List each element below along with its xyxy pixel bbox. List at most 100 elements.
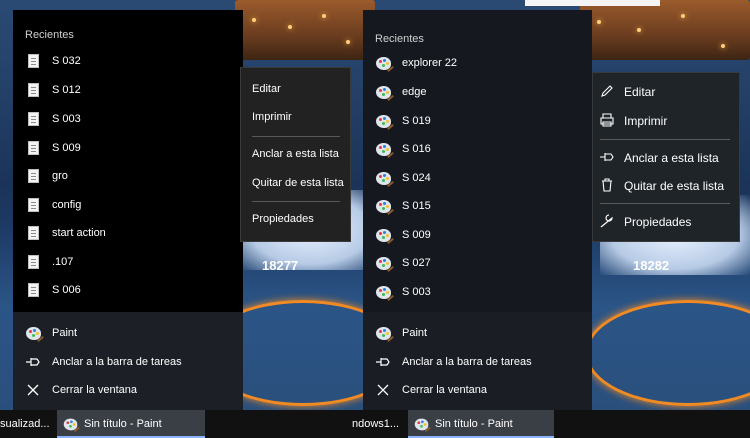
recent-item[interactable]: S 009 — [13, 134, 243, 162]
recent-item-label: config — [52, 199, 82, 211]
recent-item[interactable]: S 016 — [363, 135, 592, 163]
pin-icon — [375, 354, 391, 370]
recent-item[interactable]: S 009 — [363, 221, 592, 249]
app-paint-item[interactable]: Paint — [363, 319, 592, 347]
printer-icon — [599, 113, 615, 130]
taskbar-item-paint-right[interactable]: Sin título - Paint — [408, 410, 554, 438]
recent-item-label: S 019 — [402, 115, 431, 127]
document-icon — [25, 82, 41, 98]
wallpaper-light — [681, 14, 685, 18]
document-icon — [25, 111, 41, 127]
recent-item[interactable]: edge — [363, 78, 592, 106]
menu-item-pin-list[interactable]: Anclar a esta lista — [252, 148, 361, 160]
paint-icon — [375, 227, 391, 243]
wallpaper-light — [637, 28, 641, 32]
wallpaper-light — [346, 40, 350, 44]
paint-icon — [414, 418, 435, 431]
app-paint-item[interactable]: Paint — [13, 319, 243, 347]
paint-icon — [375, 141, 391, 157]
menu-separator — [600, 203, 730, 204]
close-icon — [25, 382, 41, 398]
jumplist-right: Recientes explorer 22 edge S 019 S 016 S… — [363, 10, 592, 410]
taskbar-item-paint-left[interactable]: Sin título - Paint — [57, 410, 205, 438]
paint-icon — [375, 55, 391, 71]
recent-item[interactable]: S 019 — [363, 107, 592, 135]
document-icon — [25, 53, 41, 69]
menu-item-remove-list[interactable]: Quitar de esta lista — [252, 177, 361, 189]
taskbar-item-label: Sin título - Paint — [435, 418, 513, 430]
wallpaper-strip — [525, 0, 660, 6]
wallpaper-light — [597, 20, 601, 24]
document-icon — [25, 140, 41, 156]
app-name: Paint — [52, 327, 78, 339]
wrench-icon — [600, 214, 614, 231]
recent-item[interactable]: S 015 — [363, 192, 592, 220]
recent-item-label: S 015 — [402, 200, 431, 212]
recent-item-label: edge — [402, 86, 427, 98]
pin-taskbar-item[interactable]: Anclar a la barra de tareas — [13, 348, 243, 376]
menu-separator — [252, 201, 340, 202]
close-icon — [375, 382, 391, 398]
wallpaper-building — [235, 0, 375, 60]
menu-separator — [252, 136, 340, 137]
pin-taskbar-item[interactable]: Anclar a la barra de tareas — [363, 348, 592, 376]
pencil-icon — [600, 84, 614, 101]
paint-icon — [375, 198, 391, 214]
recent-item-label: start action — [52, 227, 106, 239]
menu-item-properties[interactable]: Propiedades — [252, 213, 361, 225]
close-window-label: Cerrar la ventana — [52, 384, 137, 396]
recent-item-label: S 009 — [402, 229, 431, 241]
recent-item[interactable]: S 012 — [13, 76, 243, 104]
recent-item[interactable]: .107 — [13, 248, 243, 276]
menu-item-print[interactable]: Imprimir — [252, 111, 361, 123]
recent-item-label: S 027 — [402, 257, 431, 269]
wallpaper-ring — [585, 300, 750, 406]
recent-item[interactable]: S 003 — [363, 278, 592, 306]
taskbar-item-left[interactable]: sualizad... — [0, 410, 52, 438]
recent-item[interactable]: S 006 — [13, 276, 243, 304]
app-name: Paint — [402, 327, 428, 339]
jumplist-tasks: Paint Anclar a la barra de tareas Cerrar… — [13, 312, 243, 410]
recent-item-label: S 012 — [52, 84, 81, 96]
document-icon — [25, 282, 41, 298]
paint-icon — [375, 113, 391, 129]
wallpaper-light — [322, 14, 326, 18]
document-icon — [25, 168, 41, 184]
recent-item-label: explorer 22 — [402, 57, 458, 69]
trash-icon — [600, 178, 614, 195]
pin-icon — [25, 354, 41, 370]
document-icon — [25, 225, 41, 241]
context-menu-right: Editar Imprimir Anclar a esta lista Quit… — [592, 72, 740, 242]
recent-item[interactable]: S 024 — [363, 164, 592, 192]
context-menu-left: Editar Imprimir Anclar a esta lista Quit… — [240, 67, 351, 242]
taskbar-item-label: Sin título - Paint — [84, 418, 162, 430]
paint-icon — [63, 418, 84, 431]
counter-left: 18277 — [262, 258, 299, 273]
close-window-item[interactable]: Cerrar la ventana — [363, 376, 592, 404]
paint-icon — [375, 325, 391, 341]
recent-item[interactable]: S 003 — [13, 105, 243, 133]
recent-header: Recientes — [375, 33, 424, 45]
pin-taskbar-label: Anclar a la barra de tareas — [402, 356, 532, 368]
recent-header: Recientes — [25, 29, 74, 41]
wallpaper-building — [580, 0, 750, 60]
recent-item-label: S 032 — [52, 55, 81, 67]
recent-item[interactable]: S 027 — [363, 249, 592, 277]
menu-item-label: Editar — [624, 85, 656, 99]
recent-item[interactable]: S 032 — [13, 47, 243, 75]
recent-item[interactable]: explorer 22 — [363, 49, 592, 77]
paint-icon — [375, 255, 391, 271]
close-window-label: Cerrar la ventana — [402, 384, 487, 396]
recent-item[interactable]: gro — [13, 162, 243, 190]
menu-item-edit[interactable]: Editar — [252, 83, 361, 95]
recent-item-label: S 009 — [52, 142, 81, 154]
recent-item-label: S 006 — [52, 284, 81, 296]
recent-item[interactable]: config — [13, 191, 243, 219]
document-icon — [25, 197, 41, 213]
recent-item-label: S 016 — [402, 143, 431, 155]
recent-item[interactable]: start action — [13, 219, 243, 247]
taskbar-item-right[interactable]: ndows1... — [352, 410, 404, 438]
close-window-item[interactable]: Cerrar la ventana — [13, 376, 243, 404]
wallpaper-light — [721, 44, 725, 48]
taskbar: sualizad... Sin título - Paint ndows1...… — [0, 410, 750, 438]
